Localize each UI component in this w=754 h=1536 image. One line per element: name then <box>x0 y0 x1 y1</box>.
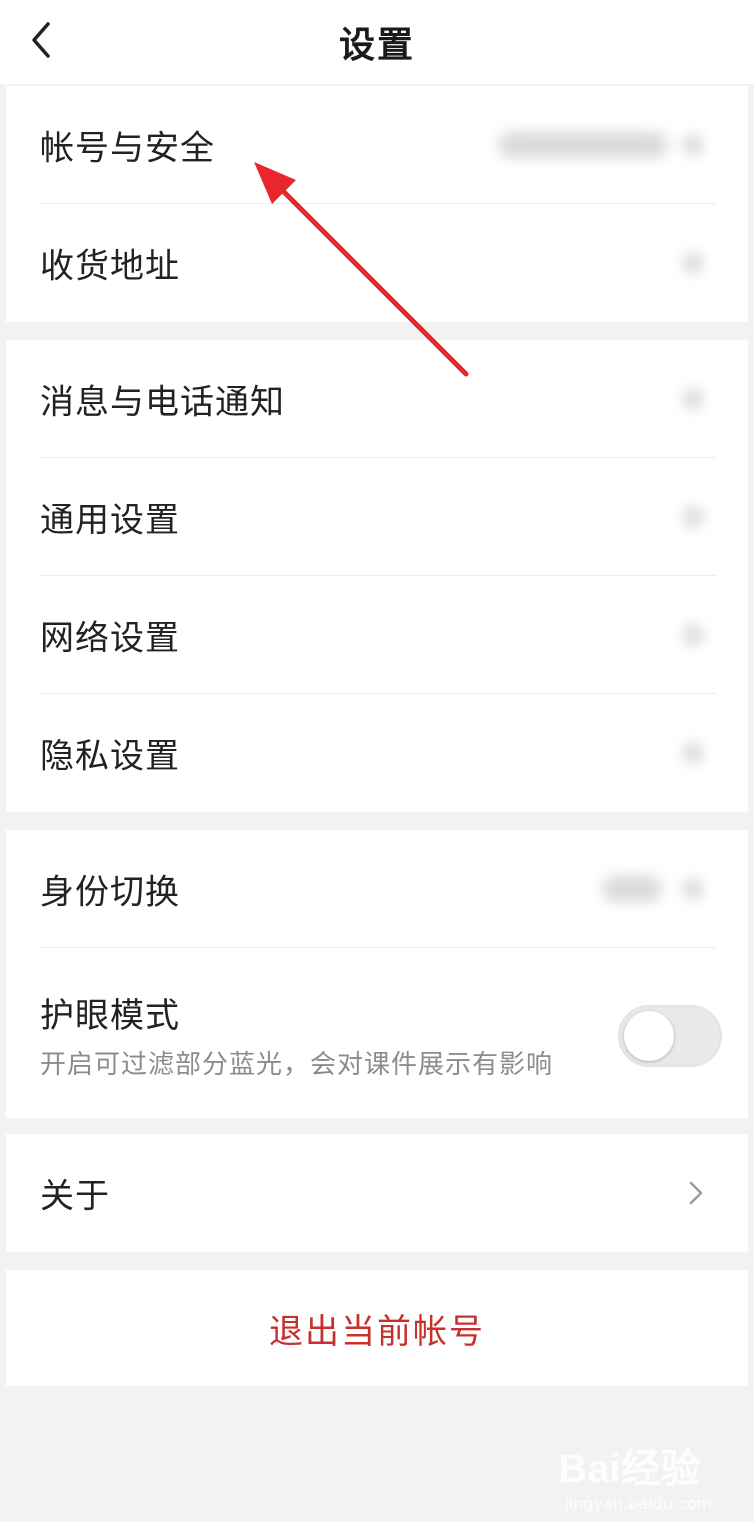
chevron-right-icon <box>682 252 704 274</box>
general-settings-group: 消息与电话通知 通用设置 网络设置 隐私设置 <box>6 340 748 812</box>
watermark-brand: Bai经验 <box>558 1447 701 1491</box>
identity-display-group: 身份切换 护眼模式 开启可过滤部分蓝光，会对课件展示有影响 <box>6 830 748 1118</box>
settings-item-about[interactable]: 关于 <box>6 1134 748 1252</box>
settings-item-label: 通用设置 <box>40 500 180 541</box>
eye-mode-description: 开启可过滤部分蓝光，会对课件展示有影响 <box>40 1050 554 1080</box>
settings-item-identity-switch[interactable]: 身份切换 <box>6 830 748 948</box>
settings-item-network[interactable]: 网络设置 <box>6 576 748 694</box>
settings-item-shipping-address[interactable]: 收货地址 <box>6 204 748 322</box>
settings-item-label: 网络设置 <box>40 618 180 659</box>
account-settings-group: 帐号与安全 收货地址 <box>6 86 748 322</box>
chevron-right-icon <box>682 134 704 156</box>
logout-button[interactable]: 退出当前帐号 <box>6 1270 748 1386</box>
logout-label: 退出当前帐号 <box>269 1311 485 1352</box>
watermark-url: jingyan.baidu.com <box>564 1494 712 1513</box>
settings-item-label: 关于 <box>40 1176 110 1217</box>
chevron-right-icon <box>689 1181 703 1205</box>
settings-item-label: 消息与电话通知 <box>40 382 285 423</box>
blurred-value <box>498 132 668 158</box>
settings-item-eye-protection: 护眼模式 开启可过滤部分蓝光，会对课件展示有影响 <box>6 948 748 1118</box>
settings-item-label: 帐号与安全 <box>40 128 215 169</box>
settings-item-label: 身份切换 <box>40 872 180 913</box>
toggle-knob <box>624 1011 674 1061</box>
chevron-right-icon <box>682 742 704 764</box>
baidu-jingyan-watermark: Bai经验 jingyan.baidu.com <box>558 1436 712 1513</box>
settings-item-privacy[interactable]: 隐私设置 <box>6 694 748 812</box>
chevron-right-icon <box>682 388 704 410</box>
eye-mode-title: 护眼模式 <box>40 996 180 1036</box>
chevron-right-icon <box>682 624 704 646</box>
about-group: 关于 <box>6 1134 748 1252</box>
bottom-edge-strip <box>0 1522 754 1536</box>
chevron-right-icon <box>682 878 704 900</box>
eye-mode-toggle[interactable] <box>618 1005 722 1067</box>
settings-item-label: 隐私设置 <box>40 736 180 777</box>
blurred-value <box>602 876 662 902</box>
settings-item-label: 收货地址 <box>40 246 180 287</box>
top-navigation-bar: 设置 <box>0 0 754 84</box>
chevron-right-icon <box>682 506 704 528</box>
settings-item-account-security[interactable]: 帐号与安全 <box>6 86 748 204</box>
settings-item-general[interactable]: 通用设置 <box>6 458 748 576</box>
page-title: 设置 <box>338 25 415 66</box>
settings-item-notifications[interactable]: 消息与电话通知 <box>6 340 748 458</box>
